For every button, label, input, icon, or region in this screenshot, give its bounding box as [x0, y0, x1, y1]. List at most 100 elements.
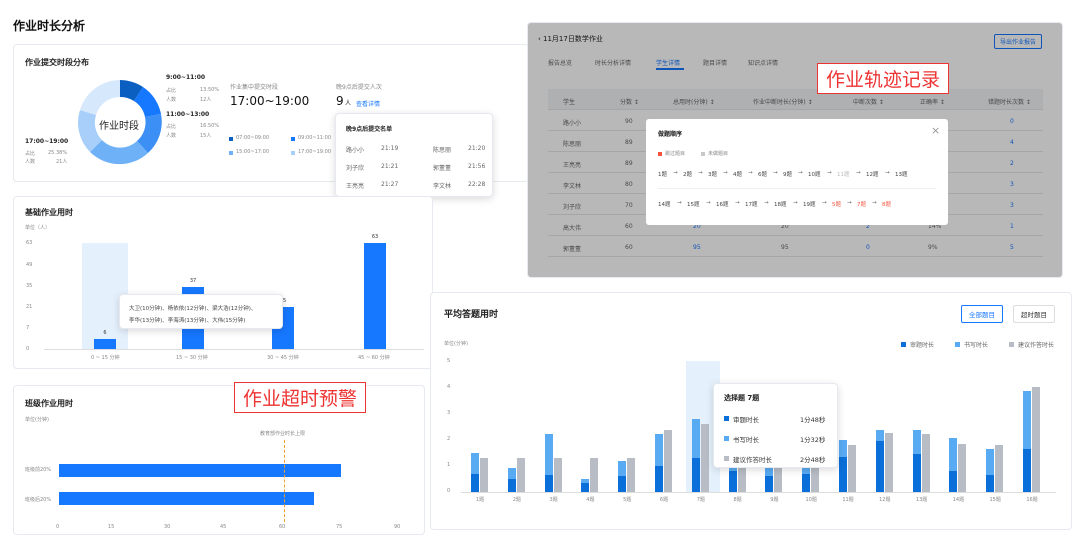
avg-xtick-13: 14题 — [952, 497, 965, 503]
submit-dist-title: 作业提交时段分布 — [25, 58, 89, 67]
avg-bar-review-14 — [986, 474, 995, 492]
legend-swatch-2 — [229, 151, 233, 155]
avg-bar-write-15 — [1023, 391, 1031, 449]
avg-bar-write-2 — [544, 434, 553, 475]
class-bar-0 — [59, 464, 341, 477]
class-ytick-0: 班级前20% — [25, 467, 52, 473]
tooltip-suggest-value: 2分48秒 — [800, 456, 826, 464]
basic-bar-label-0: 6 — [103, 329, 107, 336]
order-item-7: 11题 — [837, 172, 850, 178]
late-row-1-time-a: 21:21 — [381, 163, 399, 170]
avg-bar-review-12 — [912, 454, 921, 492]
late-label: 晚9点后提交人次 — [336, 84, 382, 91]
order-item-5: 9题 — [783, 172, 792, 178]
callout-0-ratio: 13.50% — [200, 87, 220, 93]
tooltip-review-swatch — [724, 416, 729, 421]
avg-bar-write-6 — [691, 418, 700, 458]
order-item-7: 7题 — [857, 202, 866, 208]
avg-bar-suggest-10 — [848, 444, 856, 492]
order-item-9: 13题 — [895, 172, 908, 178]
avg-bar-write-0 — [471, 452, 479, 474]
late-row-0-name-b: 陈思丽 — [433, 147, 452, 154]
order-item-2: 3题 — [708, 172, 717, 178]
peak-label: 作业集中提交时段 — [230, 84, 279, 91]
avg-bar-review-11 — [875, 440, 884, 492]
avg-bar-write-4 — [618, 460, 627, 477]
donut-slice-5 — [80, 80, 120, 115]
avg-bar-suggest-5 — [664, 430, 672, 492]
legend-swatch-0 — [229, 137, 233, 141]
legend-undone: 未做题目 — [708, 151, 729, 157]
callout-2-ratio-label: 占比 — [25, 151, 36, 157]
callout-0-time: 9:00~11:00 — [166, 74, 206, 81]
basic-tooltip: 大卫(10分钟)、杨依依(12分钟)、梁大浩(12分钟)、 李华(13分钟)、李… — [119, 294, 283, 329]
avg-bar-suggest-15 — [1032, 387, 1040, 492]
late-row-1-name-a: 刘子欣 — [346, 165, 365, 172]
legend-swatch-3 — [291, 151, 295, 155]
avg-bar-review-10 — [839, 456, 847, 492]
basic-tooltip-line-1: 李华(13分钟)、李海涛(13分钟)、大伟(15分钟) — [129, 318, 246, 324]
legend-skip: 跳过题目 — [665, 151, 686, 157]
basic-xtick-2: 30 ~ 45 分钟 — [267, 355, 299, 361]
tooltip-suggest-label: 建议作答时长 — [733, 456, 772, 464]
avg-bar-write-12 — [912, 430, 921, 454]
order-item-5: 19题 — [803, 202, 816, 208]
order-arrow-icon: → — [735, 200, 740, 206]
avg-tooltip-title: 选择题 7题 — [724, 394, 760, 402]
basic-bar-label-1: 37 — [189, 277, 197, 284]
callout-0-count-label: 人数 — [166, 97, 177, 103]
order-item-1: 2题 — [683, 172, 692, 178]
late-row-1-name-b: 郭董董 — [433, 165, 452, 172]
order-item-8: 8题 — [882, 202, 891, 208]
order-item-4: 18题 — [774, 202, 787, 208]
avg-bar-review-5 — [655, 465, 663, 492]
avg-xtick-12: 13题 — [915, 497, 928, 503]
callout-1-ratio-label: 占比 — [166, 124, 177, 130]
tooltip-write-value: 1分32秒 — [800, 436, 826, 444]
late-detail-link[interactable]: 查看详情 — [356, 99, 380, 108]
late-value: 9 — [336, 94, 344, 108]
order-arrow-icon: → — [822, 200, 827, 206]
order-arrow-icon: → — [748, 170, 753, 176]
avg-xtick-1: 2题 — [512, 497, 521, 503]
avg-bar-suggest-14 — [995, 444, 1004, 492]
late-row-0-name-a: 路小小 — [346, 147, 365, 154]
avg-bar-write-3 — [581, 478, 590, 483]
peak-value: 17:00~19:00 — [230, 94, 310, 108]
late-row-2-name-a: 王亮亮 — [346, 183, 365, 190]
track-record-label: 作业轨迹记录 — [817, 63, 950, 94]
callout-1-ratio: 16.50% — [200, 123, 220, 129]
late-submit-popup: 晚9点后提交名单 路小小 21:19 陈思丽 21:20 刘子欣 21:21 郭… — [335, 113, 493, 197]
tooltip-review-value: 1分48秒 — [800, 416, 826, 424]
order-item-8: 12题 — [866, 172, 879, 178]
order-item-4: 6题 — [758, 172, 767, 178]
tooltip-review-label: 审题时长 — [733, 416, 759, 424]
class-xtick-4: 60 — [279, 524, 286, 530]
avg-bar-write-1 — [507, 468, 516, 479]
avg-bar-review-15 — [1023, 448, 1031, 492]
avg-bar-suggest-12 — [921, 434, 930, 492]
avg-bar-review-7 — [728, 471, 737, 492]
avg-bar-suggest-2 — [553, 457, 562, 492]
order-item-2: 16题 — [716, 202, 729, 208]
avg-bar-review-0 — [471, 473, 479, 492]
avg-bar-review-9 — [802, 473, 811, 492]
order-item-6: 5题 — [832, 202, 841, 208]
avg-bar-review-2 — [544, 474, 553, 492]
callout-2-ratio: 25.38% — [48, 150, 68, 156]
callout-1-time: 11:00~13:00 — [166, 111, 210, 118]
avg-bar-suggest-1 — [516, 457, 525, 492]
order-arrow-icon: → — [856, 170, 861, 176]
late-row-2-name-b: 李文林 — [433, 183, 452, 190]
late-unit: 人 — [345, 100, 352, 107]
basic-time-card: 基础作业用时 单位（人） 63 49 35 21 7 0 6 37 25 63 0 ~… — [13, 196, 433, 369]
avg-bar-review-8 — [765, 476, 774, 492]
order-arrow-icon: → — [673, 170, 678, 176]
close-icon[interactable]: × — [931, 124, 940, 137]
order-item-0: 1题 — [658, 172, 667, 178]
class-xtick-1: 15 — [108, 524, 115, 530]
tooltip-write-label: 书写时长 — [733, 436, 759, 444]
order-arrow-icon: → — [764, 200, 769, 206]
order-popup-title: 做题顺序 — [658, 131, 683, 138]
avg-xtick-9: 10题 — [805, 497, 817, 503]
